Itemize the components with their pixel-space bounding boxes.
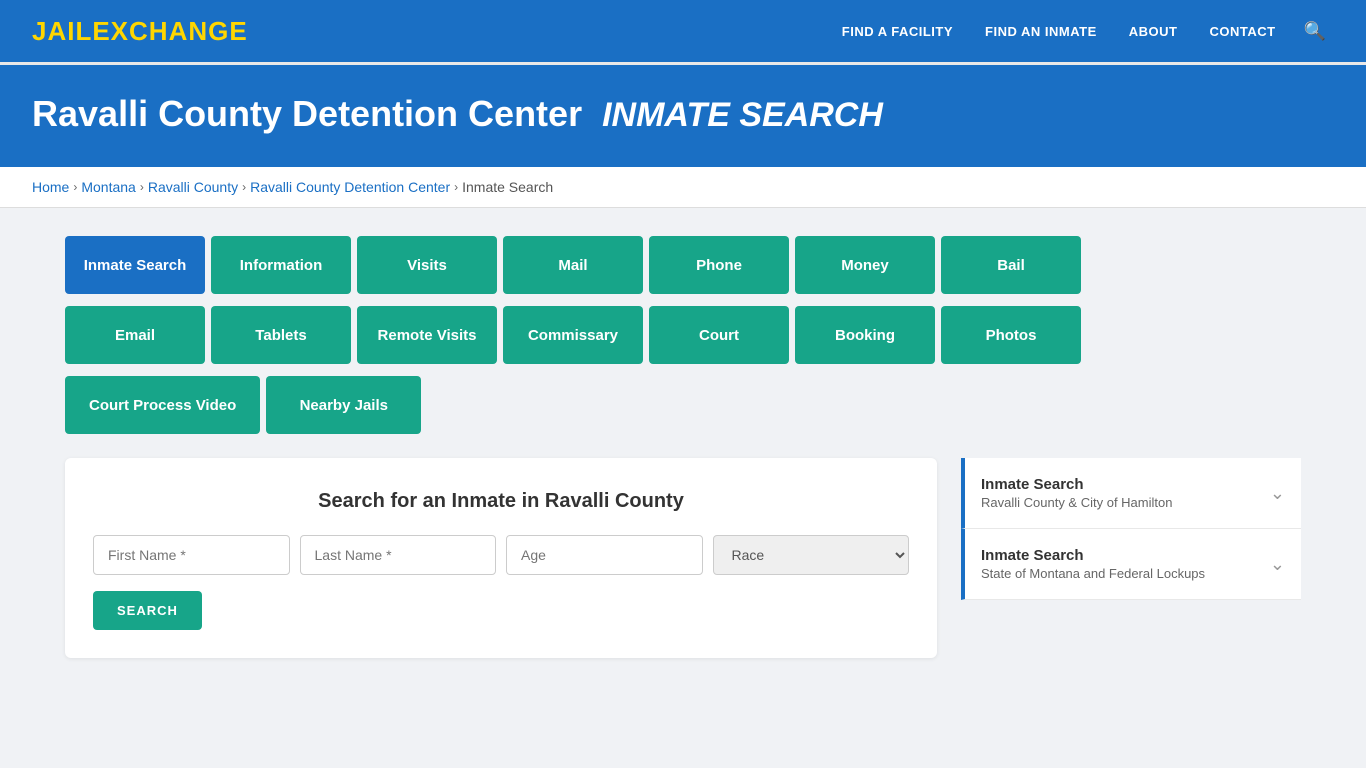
tab-row-3: Court Process Video Nearby Jails (65, 376, 421, 434)
breadcrumb: Home › Montana › Ravalli County › Ravall… (32, 179, 1334, 195)
hero-section: Ravalli County Detention Center INMATE S… (0, 65, 1366, 167)
tab-phone[interactable]: Phone (649, 236, 789, 294)
sidebar-item-ravalli[interactable]: Inmate Search Ravalli County & City of H… (961, 458, 1301, 529)
sidebar-item-ravalli-subtitle: Ravalli County & City of Hamilton (981, 495, 1172, 510)
tab-grid: Inmate Search Information Visits Mail Ph… (65, 236, 1301, 434)
nav-find-facility[interactable]: FIND A FACILITY (830, 16, 965, 47)
chevron-down-icon-2: ⌄ (1270, 554, 1285, 575)
search-button[interactable]: SEARCH (93, 591, 202, 630)
tab-commissary[interactable]: Commissary (503, 306, 643, 364)
nav-search-button[interactable]: 🔍 (1296, 13, 1334, 50)
tab-remote-visits[interactable]: Remote Visits (357, 306, 497, 364)
tab-inmate-search[interactable]: Inmate Search (65, 236, 205, 294)
tab-visits[interactable]: Visits (357, 236, 497, 294)
sidebar-item-ravalli-title: Inmate Search (981, 476, 1172, 493)
breadcrumb-sep-4: › (454, 180, 458, 194)
breadcrumb-current: Inmate Search (462, 179, 553, 195)
breadcrumb-sep-1: › (73, 180, 77, 194)
last-name-input[interactable] (300, 535, 497, 575)
tab-row-1: Inmate Search Information Visits Mail Ph… (65, 236, 1081, 294)
content-row: Search for an Inmate in Ravalli County R… (65, 458, 1301, 658)
navbar: JAILEXCHANGE FIND A FACILITY FIND AN INM… (0, 0, 1366, 65)
sidebar-item-montana-title: Inmate Search (981, 547, 1205, 564)
nav-find-inmate[interactable]: FIND AN INMATE (973, 16, 1109, 47)
race-select[interactable]: Race White Black Hispanic Asian Native A… (713, 535, 910, 575)
nav-links: FIND A FACILITY FIND AN INMATE ABOUT CON… (830, 13, 1334, 50)
tab-mail[interactable]: Mail (503, 236, 643, 294)
page-title: Ravalli County Detention Center INMATE S… (32, 93, 1334, 135)
age-input[interactable] (506, 535, 703, 575)
sidebar: Inmate Search Ravalli County & City of H… (961, 458, 1301, 600)
nav-about[interactable]: ABOUT (1117, 16, 1190, 47)
breadcrumb-sep-3: › (242, 180, 246, 194)
tab-court-process-video[interactable]: Court Process Video (65, 376, 260, 434)
site-logo[interactable]: JAILEXCHANGE (32, 16, 248, 47)
chevron-down-icon: ⌄ (1270, 483, 1285, 504)
tab-tablets[interactable]: Tablets (211, 306, 351, 364)
breadcrumb-montana[interactable]: Montana (81, 179, 135, 195)
breadcrumb-detention-center[interactable]: Ravalli County Detention Center (250, 179, 450, 195)
breadcrumb-sep-2: › (140, 180, 144, 194)
search-box: Search for an Inmate in Ravalli County R… (65, 458, 937, 658)
hero-subtitle: INMATE SEARCH (602, 96, 883, 134)
tab-court[interactable]: Court (649, 306, 789, 364)
breadcrumb-bar: Home › Montana › Ravalli County › Ravall… (0, 167, 1366, 208)
search-fields: Race White Black Hispanic Asian Native A… (93, 535, 909, 575)
breadcrumb-ravalli-county[interactable]: Ravalli County (148, 179, 238, 195)
tab-information[interactable]: Information (211, 236, 351, 294)
tab-booking[interactable]: Booking (795, 306, 935, 364)
breadcrumb-home[interactable]: Home (32, 179, 69, 195)
sidebar-item-montana[interactable]: Inmate Search State of Montana and Feder… (961, 529, 1301, 600)
tab-row-2: Email Tablets Remote Visits Commissary C… (65, 306, 1081, 364)
tab-money[interactable]: Money (795, 236, 935, 294)
search-title: Search for an Inmate in Ravalli County (93, 490, 909, 513)
first-name-input[interactable] (93, 535, 290, 575)
sidebar-item-ravalli-text: Inmate Search Ravalli County & City of H… (981, 476, 1172, 510)
tab-photos[interactable]: Photos (941, 306, 1081, 364)
tab-nearby-jails[interactable]: Nearby Jails (266, 376, 421, 434)
logo-jail: JAIL (32, 16, 92, 46)
sidebar-item-montana-subtitle: State of Montana and Federal Lockups (981, 566, 1205, 581)
nav-contact[interactable]: CONTACT (1197, 16, 1287, 47)
tab-bail[interactable]: Bail (941, 236, 1081, 294)
sidebar-item-montana-text: Inmate Search State of Montana and Feder… (981, 547, 1205, 581)
tab-email[interactable]: Email (65, 306, 205, 364)
main-content: Inmate Search Information Visits Mail Ph… (33, 208, 1333, 686)
logo-exchange: EXCHANGE (92, 16, 247, 46)
hero-facility-name: Ravalli County Detention Center (32, 93, 582, 134)
